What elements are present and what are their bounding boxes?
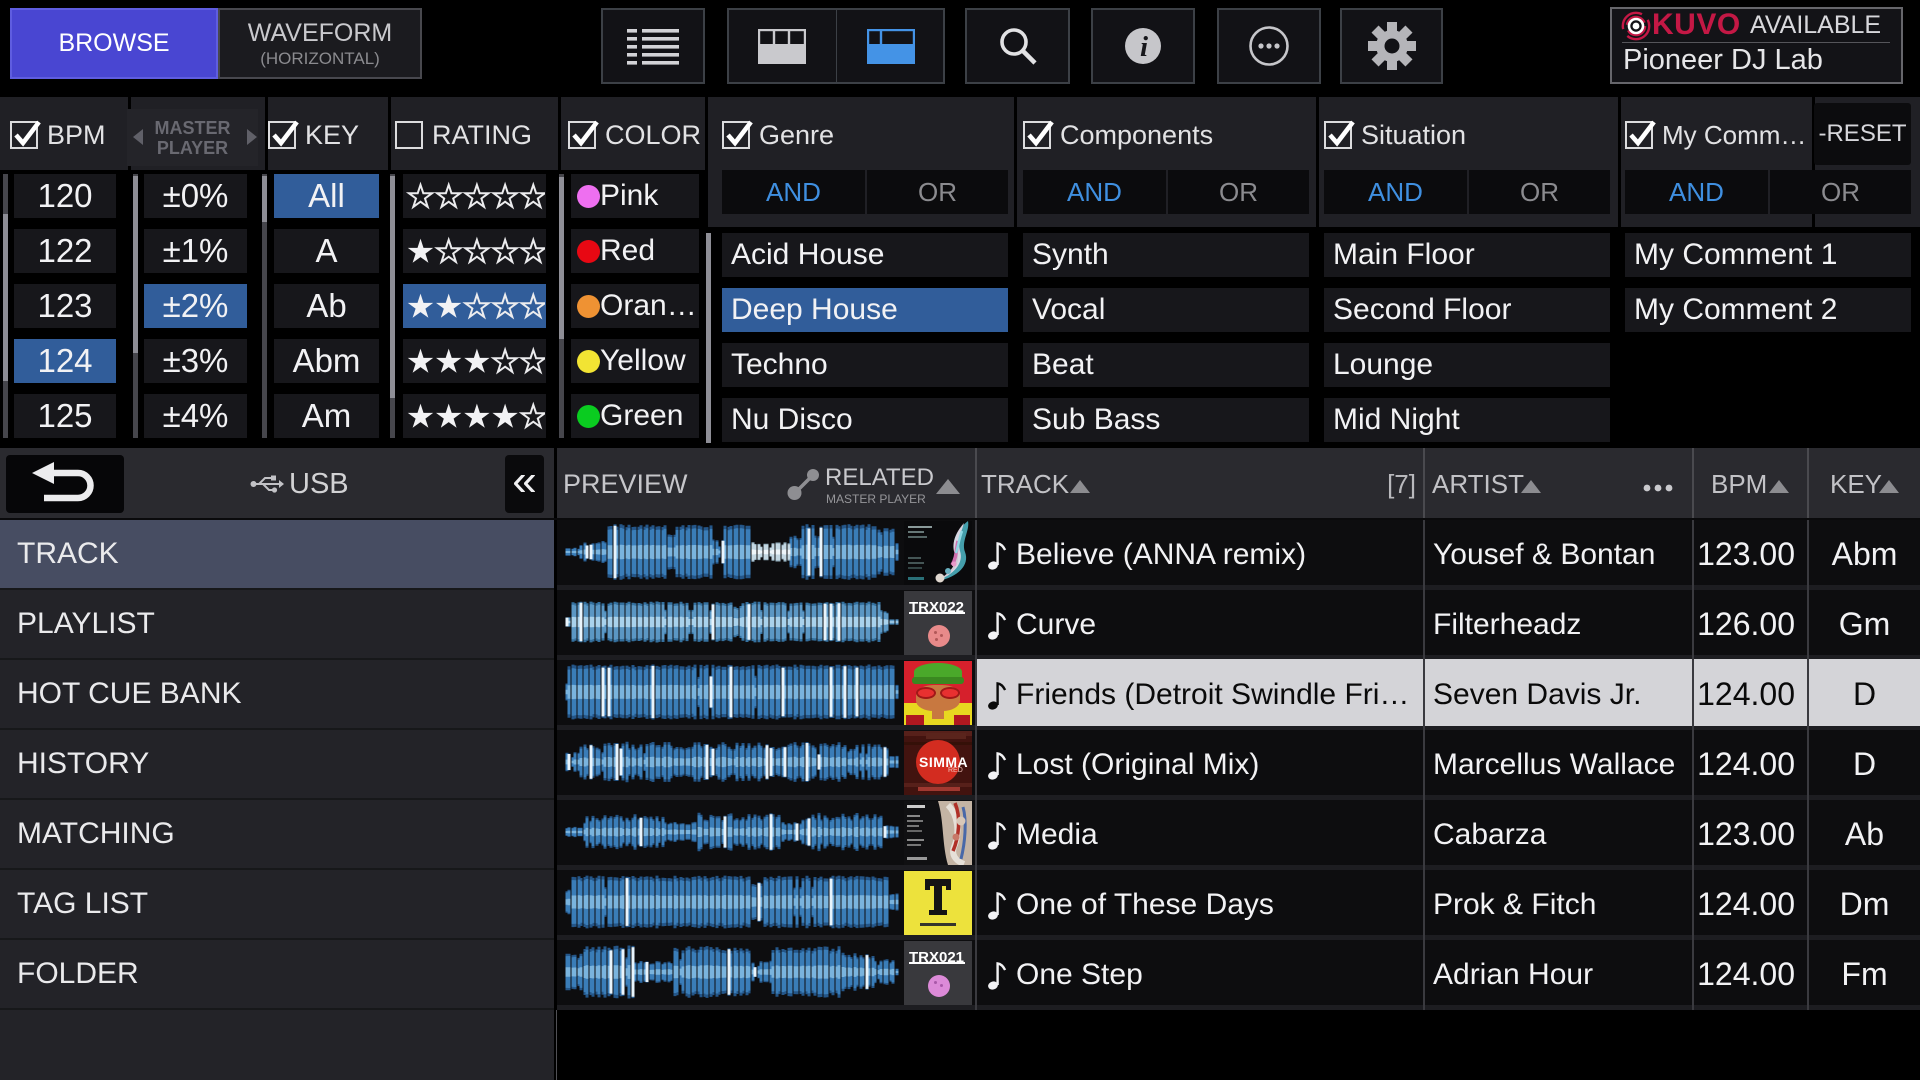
svg-text:i: i [1140,31,1148,63]
